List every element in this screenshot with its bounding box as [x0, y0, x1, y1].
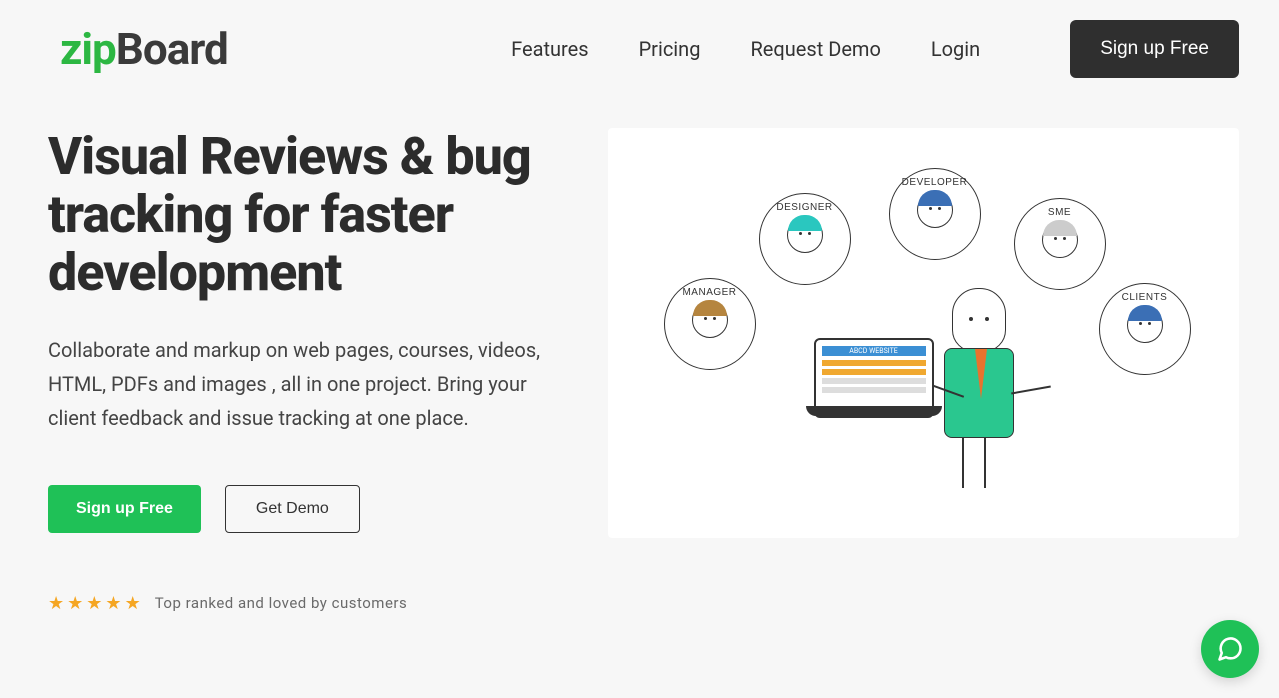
cta-row: Sign up Free Get Demo — [48, 485, 588, 533]
get-demo-button[interactable]: Get Demo — [225, 485, 360, 533]
avatar-icon — [1127, 307, 1163, 343]
logo[interactable]: zipBoard — [60, 23, 228, 75]
rating-text: Top ranked and loved by customers — [155, 594, 408, 612]
role-bubble-developer: DEVELOPER — [889, 168, 981, 260]
star-icon: ★ — [48, 593, 64, 614]
hero-content: Visual Reviews & bug tracking for faster… — [48, 128, 588, 614]
tie-icon — [975, 349, 987, 399]
role-label: MANAGER — [682, 287, 736, 298]
avatar-icon — [692, 302, 728, 338]
character-head-icon — [952, 288, 1006, 352]
role-label: SME — [1048, 207, 1071, 218]
star-icon: ★ — [67, 593, 83, 614]
nav-login[interactable]: Login — [931, 37, 980, 61]
rating-row: ★ ★ ★ ★ ★ Top ranked and loved by custom… — [48, 593, 588, 614]
role-label: DESIGNER — [776, 202, 832, 213]
roles-illustration: MANAGER DESIGNER DEVELOPER SME CLIENTS — [644, 148, 1204, 518]
logo-text-board: Board — [116, 23, 228, 75]
role-label: DEVELOPER — [902, 177, 968, 188]
role-bubble-clients: CLIENTS — [1099, 283, 1191, 375]
laptop-icon: ABCD WEBSITE — [814, 338, 934, 418]
avatar-icon — [787, 217, 823, 253]
main-nav: Features Pricing Request Demo Login Sign… — [511, 20, 1239, 78]
site-header: zipBoard Features Pricing Request Demo L… — [0, 0, 1279, 88]
logo-text-zip: zip — [60, 23, 116, 75]
signup-button[interactable]: Sign up Free — [48, 485, 201, 533]
role-label: CLIENTS — [1122, 292, 1168, 303]
role-bubble-sme: SME — [1014, 198, 1106, 290]
role-bubble-designer: DESIGNER — [759, 193, 851, 285]
star-icon: ★ — [125, 593, 141, 614]
character-body — [944, 348, 1014, 438]
chat-widget-button[interactable] — [1201, 620, 1259, 678]
avatar-icon — [1042, 222, 1078, 258]
rating-stars: ★ ★ ★ ★ ★ — [48, 593, 141, 614]
hero-title: Visual Reviews & bug tracking for faster… — [48, 128, 588, 303]
star-icon: ★ — [105, 593, 121, 614]
signup-button-header[interactable]: Sign up Free — [1070, 20, 1239, 78]
role-bubble-manager: MANAGER — [664, 278, 756, 370]
avatar-icon — [917, 192, 953, 228]
hero-subtitle: Collaborate and markup on web pages, cou… — [48, 333, 568, 435]
nav-features[interactable]: Features — [511, 37, 588, 61]
hero-illustration: MANAGER DESIGNER DEVELOPER SME CLIENTS — [608, 128, 1239, 538]
nav-request-demo[interactable]: Request Demo — [750, 37, 880, 61]
legs-icon — [962, 438, 986, 488]
star-icon: ★ — [86, 593, 102, 614]
arm-icon — [1011, 386, 1051, 395]
chat-icon — [1216, 635, 1244, 663]
laptop-screen-title: ABCD WEBSITE — [822, 346, 926, 356]
hero-section: Visual Reviews & bug tracking for faster… — [0, 88, 1279, 614]
nav-pricing[interactable]: Pricing — [639, 37, 701, 61]
